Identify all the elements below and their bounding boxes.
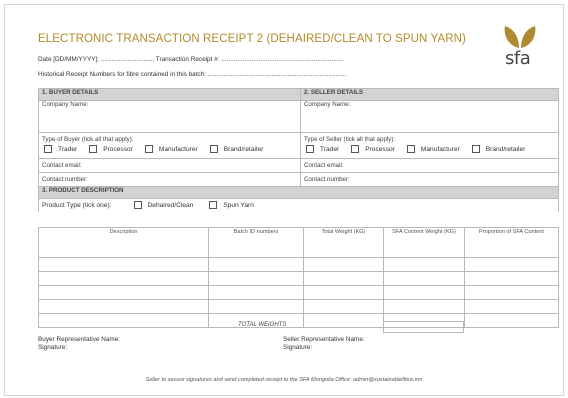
seller-rep-name-label: Seller Representative Name:	[283, 336, 365, 343]
totals-row: TOTAL WEIGHTS	[38, 321, 558, 333]
col-total-weight: Total Weight (KG)	[303, 227, 384, 258]
seller-email-field[interactable]: Contact email:	[300, 158, 559, 173]
dehaired-clean-label: Dehaired/Clean	[147, 201, 194, 209]
buyer-signature-label: Signature:	[38, 344, 68, 351]
table-row	[38, 271, 559, 286]
seller-number-label: Contact number:	[304, 176, 350, 183]
seller-manufacturer-label: Manufacturer	[420, 145, 460, 153]
seller-signature-label: Signature:	[283, 344, 313, 351]
buyer-processor-label: Processor	[103, 145, 133, 153]
seller-trader-label: Trader	[320, 145, 340, 153]
buyer-processor-checkbox[interactable]	[89, 145, 98, 153]
seller-company-label: Company Name:	[304, 101, 351, 109]
seller-trader-checkbox[interactable]	[306, 145, 314, 153]
col-batch-id: Batch ID numbers	[208, 227, 304, 258]
spun-yarn-label: Spun Yarn	[223, 201, 254, 209]
buyer-trader-label: Trader	[58, 145, 78, 153]
col-sfa-content-weight: SFA Content Weight (KG)	[383, 227, 465, 258]
footer-instructions: Seller to secure signatures and send com…	[145, 377, 423, 383]
total-weights-label: TOTAL WEIGHTS	[238, 322, 287, 328]
seller-email-label: Contact email:	[304, 162, 344, 169]
buyer-company-label: Company Name:	[42, 101, 89, 109]
product-type-cell: Product Type (tick one): Dehaired/Clean …	[38, 198, 559, 212]
seller-type-label: Type of Seller (tick all that apply):	[304, 136, 396, 143]
seller-type-cell: Type of Seller (tick all that apply): Tr…	[300, 132, 559, 159]
seller-brand-retailer-checkbox[interactable]	[471, 145, 480, 153]
buyer-brand-retailer-label: Brand/retailer	[223, 145, 264, 153]
product-section-header: 3. PRODUCT DESCRIPTION	[38, 186, 559, 199]
col-description: Description	[38, 227, 209, 258]
spun-yarn-checkbox[interactable]	[209, 201, 218, 210]
buyer-company-field[interactable]: Company Name:	[38, 100, 301, 133]
buyer-number-label: Contact number:	[42, 176, 88, 183]
buyer-number-field[interactable]: Contact number:	[38, 172, 301, 187]
product-type-label: Product Type (tick one):	[42, 201, 112, 209]
buyer-email-label: Contact email:	[42, 162, 82, 169]
table-row	[38, 257, 559, 272]
document-title: ELECTRONIC TRANSACTION RECEIPT 2 (DEHAIR…	[38, 33, 466, 45]
product-table: Description Batch ID numbers Total Weigh…	[38, 227, 559, 328]
dehaired-clean-checkbox[interactable]	[133, 201, 142, 210]
buyer-type-cell: Type of Buyer (tick all that apply): Tra…	[38, 132, 301, 159]
date-and-receipt-line: Date [DD/MM/YYYY]: .....................…	[38, 56, 344, 63]
buyer-manufacturer-label: Manufacturer	[158, 145, 198, 153]
seller-manufacturer-checkbox[interactable]	[406, 145, 415, 153]
sfa-logo-text: sfa	[505, 48, 531, 69]
seller-processor-label: Processor	[365, 145, 395, 153]
col-sfa-proportion: Proportion of SFA Content	[464, 227, 559, 258]
seller-company-field[interactable]: Company Name:	[300, 100, 559, 133]
buyer-section-header: 1. BUYER DETAILS	[38, 88, 301, 101]
seller-brand-retailer-label: Brand/retailer	[485, 145, 526, 153]
seller-signature-block: Seller Representative Name: Signature:	[283, 336, 365, 352]
seller-number-field[interactable]: Contact number:	[300, 172, 559, 187]
buyer-brand-retailer-checkbox[interactable]	[209, 145, 218, 153]
buyer-email-field[interactable]: Contact email:	[38, 158, 301, 173]
seller-processor-checkbox[interactable]	[351, 145, 360, 153]
buyer-type-label: Type of Buyer (tick all that apply):	[42, 136, 134, 143]
buyer-signature-block: Buyer Representative Name: Signature:	[38, 336, 120, 352]
table-row	[38, 285, 559, 300]
table-row	[38, 299, 559, 314]
buyer-rep-name-label: Buyer Representative Name:	[38, 336, 121, 343]
total-weight-box[interactable]	[383, 321, 464, 333]
buyer-manufacturer-checkbox[interactable]	[144, 145, 153, 153]
seller-section-header: 2. SELLER DETAILS	[300, 88, 559, 101]
buyer-trader-checkbox[interactable]	[44, 145, 52, 153]
buyer-seller-table: 1. BUYER DETAILS 2. SELLER DETAILS Compa…	[38, 88, 559, 212]
historical-receipts-line: Historical Receipt Numbers for fibre con…	[38, 71, 347, 78]
